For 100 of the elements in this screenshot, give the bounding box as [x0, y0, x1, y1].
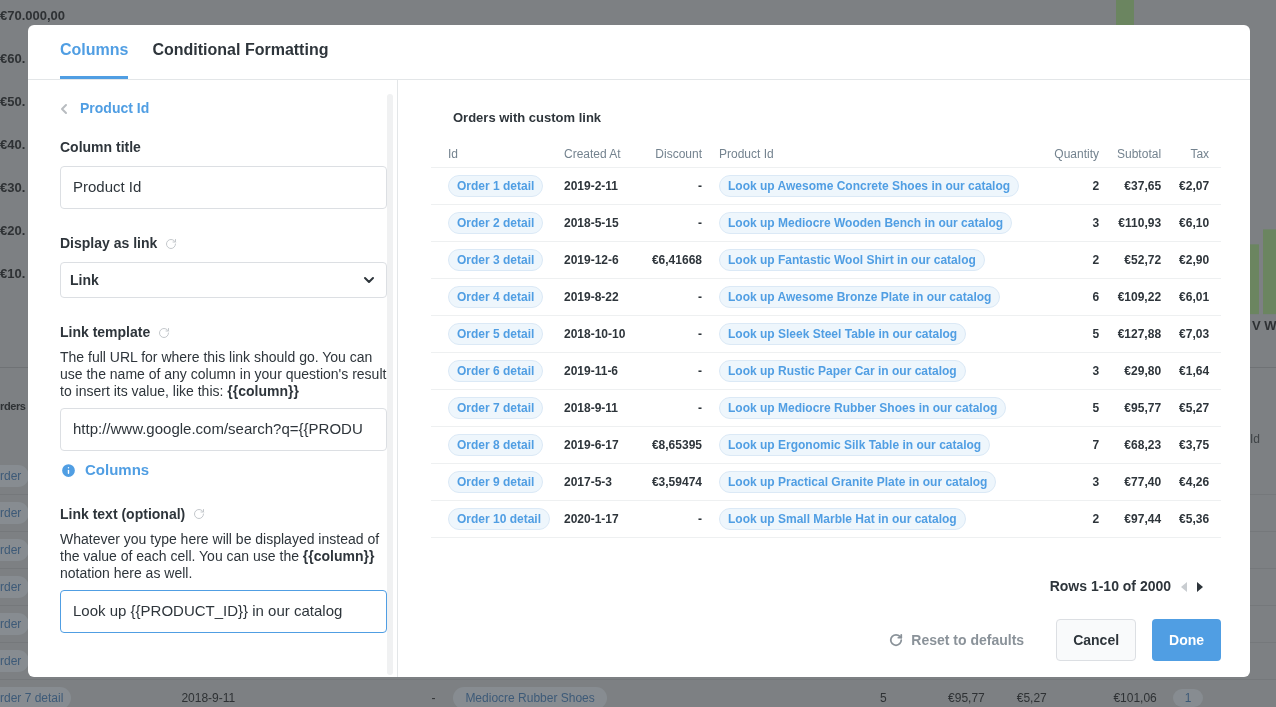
field-label: Link template [60, 323, 151, 342]
table-cell-text: - [697, 214, 702, 232]
input-field[interactable]: Product Id [60, 166, 387, 209]
table-cell-text: - [697, 362, 702, 380]
table-cell-text: - [697, 177, 702, 195]
product-link[interactable]: Look up Small Marble Hat in our catalog [719, 507, 966, 530]
field-label: Link text (optional) [60, 504, 186, 524]
order-link[interactable]: Order 7 detail [448, 396, 544, 419]
product-link[interactable]: Look up Rustic Paper Car in our catalog [719, 359, 966, 382]
column-header: Quantity [1053, 146, 1100, 163]
order-link[interactable]: Order 6 detail [448, 359, 544, 382]
product-link[interactable]: Look up Awesome Bronze Plate in our catalog [719, 285, 1001, 308]
table-cell-text: €37,65 [1123, 177, 1162, 195]
table-cell-text: €97,44 [1123, 510, 1162, 528]
table-cell-text: €3,59474 [650, 473, 702, 491]
column-header: Product Id [718, 146, 775, 163]
order-link[interactable]: rder [0, 613, 30, 635]
table-cell-text: €3,75 [1178, 436, 1210, 454]
axis-label: €70.000,00 [0, 7, 66, 25]
table-cell-text: 2018-9-11 [564, 399, 620, 417]
product-link[interactable]: Mediocre Rubber Shoes [453, 687, 607, 707]
axis-label: V W [1252, 317, 1276, 335]
order-link[interactable]: rder [0, 650, 30, 672]
order-link[interactable]: Order 1 detail [448, 174, 544, 197]
table-cell-text: 2018-5-15 [564, 214, 620, 232]
tab[interactable]: Conditional Formatting [152, 25, 329, 79]
product-link[interactable]: Look up Ergonomic Silk Table in our catalog [719, 433, 991, 456]
cancel-button[interactable]: Cancel [1056, 619, 1137, 661]
table-cell-text: €68,23 [1123, 436, 1162, 454]
product-link[interactable]: Look up Mediocre Wooden Bench in our catalog [719, 211, 1013, 234]
table-cell-text: 2018-9-11 [181, 690, 237, 707]
table-cell-text: €5,27 [1178, 399, 1210, 417]
table-cell-text: €52,72 [1123, 251, 1162, 269]
help-text: Whatever you type here will be displayed instead of the value of each cell. You can use the {{column}} notation here as well. [60, 530, 381, 582]
table-cell-text: €5,27 [1015, 690, 1047, 707]
table-cell-text: 2017-5-3 [564, 473, 614, 491]
table-cell-text: €2,90 [1178, 251, 1210, 269]
product-link[interactable]: Look up Sleek Steel Table in our catalog [719, 322, 967, 345]
table-cell-text: €101,06 [1112, 690, 1157, 707]
column-header: Discount [654, 146, 702, 163]
table-cell-text: €6,01 [1178, 288, 1210, 306]
reset-button[interactable]: Reset to defaults [889, 629, 1025, 651]
order-link[interactable]: Order 3 detail [448, 248, 544, 271]
axis-label: €60. [0, 50, 27, 68]
table-cell-text: 2020-1-17 [564, 510, 620, 528]
table-cell-text: €7,03 [1178, 325, 1210, 343]
table-cell-text: 2 [1091, 251, 1100, 269]
link-dropdown[interactable]: Link [60, 262, 387, 298]
table-cell-text: €5,36 [1178, 510, 1210, 528]
table-cell-text: 2019-12-6 [564, 251, 620, 269]
table-cell-text: 2 [1091, 177, 1100, 195]
table-cell-text: 3 [1091, 473, 1100, 491]
table-cell-text: €8,65395 [650, 436, 702, 454]
axis-label: €30. [0, 179, 27, 197]
order-link[interactable]: Order 2 detail [448, 211, 544, 234]
reset-icon[interactable] [193, 508, 206, 520]
table-cell-text: - [697, 325, 702, 343]
table-cell-text: 2 [1091, 510, 1100, 528]
order-link[interactable]: rder 7 detail [0, 687, 72, 707]
table-cell-text: €109,22 [1116, 288, 1162, 306]
table-cell-text: €6,41668 [650, 251, 702, 269]
table-cell-text: €127,88 [1116, 325, 1162, 343]
row-count: Rows 1-10 of 2000 [1049, 577, 1172, 596]
table-cell-text: 5 [879, 690, 887, 707]
input-field[interactable]: http://www.google.com/search?q={{PRODU [60, 408, 387, 451]
order-link[interactable]: rder [0, 465, 30, 487]
table-cell-text: 2019-6-17 [564, 436, 620, 454]
order-link[interactable]: rder [0, 539, 30, 561]
table-cell-text: 3 [1091, 362, 1100, 380]
order-link[interactable]: Order 5 detail [448, 322, 544, 345]
axis-label: €50. [0, 93, 27, 111]
order-link[interactable]: Order 9 detail [448, 470, 544, 493]
order-link[interactable]: Order 10 detail [448, 507, 551, 530]
reset-icon[interactable] [165, 237, 178, 250]
chart-bar [1116, 0, 1134, 28]
product-link[interactable]: Look up Practical Granite Plate in our catalog [719, 470, 997, 493]
done-button[interactable]: Done [1152, 619, 1222, 661]
product-link[interactable]: Look up Fantastic Wool Shirt in our catalog [719, 248, 985, 271]
input-field[interactable]: Look up {{PRODUCT_ID}} in our catalog [60, 589, 387, 633]
table-cell-text: €77,40 [1123, 473, 1162, 491]
field-label: Display as link [60, 234, 158, 253]
order-link[interactable]: rder [0, 502, 30, 524]
axis-label: €10. [0, 265, 27, 283]
tab[interactable]: Columns [60, 25, 129, 79]
order-link[interactable]: rder [0, 576, 30, 598]
columns-link[interactable]: Columns [60, 459, 387, 482]
back-link[interactable]: Product Id [60, 98, 387, 119]
table-cell-text: €95,77 [1123, 399, 1162, 417]
product-link[interactable]: Look up Awesome Concrete Shoes in our catalog [719, 174, 1020, 197]
axis-label: €20. [0, 222, 27, 240]
column-header: Id [1250, 431, 1260, 448]
table-cell-text: 2019-2-11 [564, 177, 620, 195]
table-cell-text: €29,80 [1123, 362, 1162, 380]
table-cell-text: 2019-11-6 [564, 362, 620, 380]
order-link[interactable]: Order 4 detail [448, 285, 544, 308]
table-cell-text: €110,93 [1117, 214, 1162, 232]
order-link[interactable]: Order 8 detail [448, 433, 544, 456]
next-page-icon[interactable] [1197, 581, 1204, 592]
product-link[interactable]: Look up Mediocre Rubber Shoes in our catalog [719, 396, 1007, 419]
reset-icon[interactable] [158, 326, 171, 339]
